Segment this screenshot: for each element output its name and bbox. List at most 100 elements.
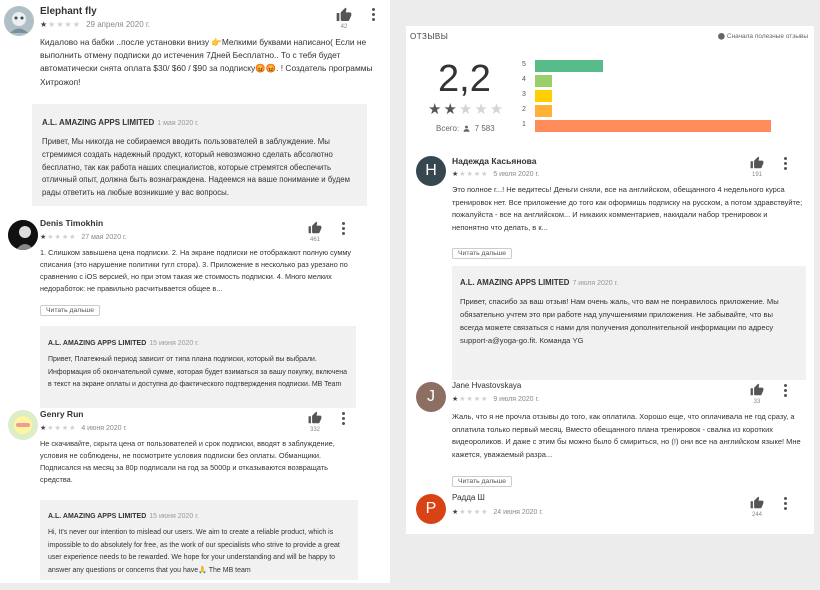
review-date: 9 июля 2020 г. xyxy=(493,396,540,403)
histogram-bar xyxy=(535,90,552,102)
likes-count: 244 xyxy=(751,512,762,518)
histogram-bar xyxy=(535,105,552,117)
more-options-icon[interactable] xyxy=(784,157,788,171)
thumbs-up-icon[interactable] xyxy=(308,411,322,425)
developer-reply: A.L. AMAZING APPS LIMITED 7 июля 2020 г. … xyxy=(452,266,806,380)
review-meta: ★★★★★ 4 июня 2020 г. xyxy=(40,424,127,432)
review-date: 24 июня 2020 г. xyxy=(493,509,543,516)
read-more-button[interactable]: Читать дальше xyxy=(40,305,101,316)
read-more-button[interactable]: Читать дальше xyxy=(452,248,513,259)
review-meta: ★★★★★ 27 мая 2020 г. xyxy=(40,233,127,241)
review-date: 29 апреля 2020 г. xyxy=(86,20,151,29)
review-item: P Радда Ш ★★★★★ 24 июня 2020 г. 244 xyxy=(406,492,814,534)
rating-stars: ★★★★★ xyxy=(428,101,506,118)
more-options-icon[interactable] xyxy=(372,8,376,22)
review-text: Кидалово на бабки ..после установки вниз… xyxy=(40,37,373,87)
review-item: J Jane Hvastovskaya ★★★★★ 9 июля 2020 г.… xyxy=(406,378,814,488)
reply-author: A.L. AMAZING APPS LIMITED xyxy=(48,513,147,520)
review-item: Denis Timokhin ★★★★★ 27 мая 2020 г. 461 … xyxy=(0,214,390,408)
left-reviews-panel: Elephant fly ★★★★★ 29 апреля 2020 г. 42 … xyxy=(0,0,390,583)
reply-author: A.L. AMAZING APPS LIMITED xyxy=(48,340,147,347)
histogram-bar xyxy=(535,60,603,72)
avatar: P xyxy=(416,494,446,524)
average-rating: 2,2 xyxy=(438,58,491,100)
likes-count: 332 xyxy=(309,427,320,433)
thumbs-up-icon[interactable] xyxy=(750,383,764,397)
rating-stars: ★★★★★ xyxy=(452,171,489,178)
avatar-image-icon xyxy=(8,410,38,440)
thumbs-up-icon[interactable] xyxy=(308,221,322,235)
histogram-bar xyxy=(535,120,771,132)
reply-author: A.L. AMAZING APPS LIMITED xyxy=(460,278,570,287)
thumbs-up-icon[interactable] xyxy=(336,7,352,23)
reply-date: 7 июля 2020 г. xyxy=(572,280,619,287)
total-ratings: Всего: 7 583 xyxy=(436,124,495,133)
review-date: 5 июля 2020 г. xyxy=(493,171,540,178)
developer-reply: A.L. AMAZING APPS LIMITED 15 июня 2020 г.… xyxy=(40,326,356,408)
developer-reply: A.L. AMAZING APPS LIMITED 15 июня 2020 г.… xyxy=(40,500,358,580)
review-text: 1. Слишком завышена цена подписки. 2. На… xyxy=(40,248,352,293)
right-reviews-panel: ОТЗЫВЫ ⬤ Сначала полезные отзывы 2,2 ★★★… xyxy=(406,26,814,534)
more-options-icon[interactable] xyxy=(342,412,346,426)
reply-text: Hi, It's never our intention to mislead … xyxy=(48,529,340,574)
review-text: Это полное г...! Не ведитесь! Деньги сня… xyxy=(452,185,803,232)
histogram-label: 4 xyxy=(522,76,526,83)
thumbs-up-icon[interactable] xyxy=(750,496,764,510)
more-options-icon[interactable] xyxy=(784,497,788,511)
reply-author: A.L. AMAZING APPS LIMITED xyxy=(42,118,155,127)
total-count: 7 583 xyxy=(474,124,495,133)
reply-date: 15 июня 2020 г. xyxy=(149,340,199,347)
avatar: J xyxy=(416,382,446,412)
rating-summary: ОТЗЫВЫ ⬤ Сначала полезные отзывы 2,2 ★★★… xyxy=(406,26,814,156)
avatar xyxy=(8,220,38,250)
rating-stars: ★★★★★ xyxy=(452,396,489,403)
review-item: Elephant fly ★★★★★ 29 апреля 2020 г. 42 … xyxy=(0,0,390,210)
avatar-image-icon xyxy=(4,6,34,36)
person-icon xyxy=(464,125,470,132)
review-date: 4 июня 2020 г. xyxy=(81,425,128,432)
rating-stars: ★★★★★ xyxy=(452,509,489,516)
histogram-label: 1 xyxy=(522,121,526,128)
more-options-icon[interactable] xyxy=(342,222,346,236)
reply-date: 1 мая 2020 г. xyxy=(157,120,199,127)
avatar xyxy=(8,410,38,440)
review-author: Denis Timokhin xyxy=(40,218,104,228)
review-text: Жаль, что я не прочла отзывы до того, ка… xyxy=(452,412,801,459)
review-meta: ★★★★★ 29 апреля 2020 г. xyxy=(40,20,150,29)
review-item: Genry Run ★★★★★ 4 июня 2020 г. 332 Не ск… xyxy=(0,406,390,583)
review-author: Надежда Касьянова xyxy=(452,156,537,166)
avatar xyxy=(4,6,34,36)
review-meta: ★★★★★ 9 июля 2020 г. xyxy=(452,395,539,403)
review-author: Радда Ш xyxy=(452,493,485,502)
avatar: Н xyxy=(416,156,446,186)
histogram-label: 2 xyxy=(522,106,526,113)
review-author: Genry Run xyxy=(40,409,84,419)
sort-dropdown[interactable]: ⬤ Сначала полезные отзывы xyxy=(718,32,808,40)
review-text: Не скачивайте, скрыта цена от пользовате… xyxy=(40,439,335,484)
thumbs-up-icon[interactable] xyxy=(750,156,764,170)
histogram-label: 3 xyxy=(522,91,526,98)
review-meta: ★★★★★ 24 июня 2020 г. xyxy=(452,508,543,516)
avatar-image-icon xyxy=(8,220,38,250)
developer-reply: A.L. AMAZING APPS LIMITED 1 мая 2020 г. П… xyxy=(32,104,367,206)
histogram-bar xyxy=(535,75,552,87)
total-label: Всего: xyxy=(436,124,460,133)
likes-count: 42 xyxy=(340,24,348,30)
rating-stars: ★★★★★ xyxy=(40,425,77,432)
review-meta: ★★★★★ 5 июля 2020 г. xyxy=(452,170,539,178)
reviews-heading: ОТЗЫВЫ xyxy=(410,32,449,41)
review-item: Н Надежда Касьянова ★★★★★ 5 июля 2020 г.… xyxy=(406,154,814,382)
reply-date: 15 июня 2020 г. xyxy=(149,513,199,520)
likes-count: 461 xyxy=(309,237,320,243)
histogram-label: 5 xyxy=(522,61,526,68)
rating-stars: ★★★★★ xyxy=(40,234,77,241)
more-options-icon[interactable] xyxy=(784,384,788,398)
likes-count: 191 xyxy=(751,172,762,178)
likes-count: 33 xyxy=(753,399,761,405)
review-author: Jane Hvastovskaya xyxy=(452,381,522,390)
read-more-button[interactable]: Читать дальше xyxy=(452,476,513,487)
reply-text: Привет, Платежный период зависит от типа… xyxy=(48,356,348,388)
reply-text: Привет, спасибо за ваш отзыв! Нам очень … xyxy=(460,297,779,345)
review-date: 27 мая 2020 г. xyxy=(81,234,127,241)
review-author: Elephant fly xyxy=(40,6,97,17)
